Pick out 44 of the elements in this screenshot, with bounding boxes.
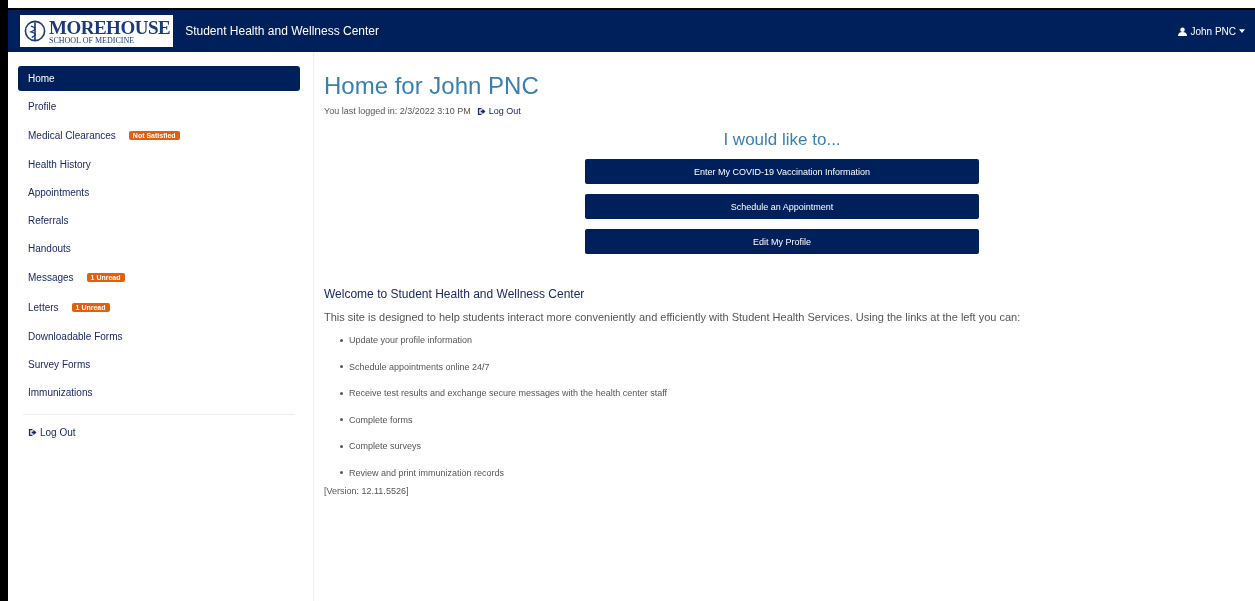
- bullet-icon: [340, 391, 343, 395]
- sidebar-item[interactable]: Messages: [18, 264, 84, 290]
- feature-item: Schedule appointments online 24/7: [349, 361, 490, 372]
- school-logo[interactable]: MOREHOUSE SCHOOL OF MEDICINE: [20, 15, 174, 47]
- bullet-icon: [340, 338, 343, 342]
- sidebar-item[interactable]: Appointments: [18, 179, 100, 205]
- sidebar-item[interactable]: Handouts: [18, 235, 81, 261]
- sidebar-item[interactable]: Downloadable Forms: [18, 323, 133, 349]
- intro-text: This site is designed to help students interact more conveniently and efficiently with Student Health Services. Using the links at the left you can:: [324, 311, 1021, 323]
- logout-link[interactable]: Log Out: [18, 423, 86, 442]
- bullet-icon: [340, 365, 343, 369]
- sidebar-item[interactable]: Referrals: [18, 207, 79, 233]
- logo-subtitle: SCHOOL OF MEDICINE: [49, 36, 136, 45]
- sidebar-item[interactable]: Health History: [18, 151, 101, 177]
- logo-name: MOREHOUSE: [49, 17, 171, 37]
- action-button[interactable]: Schedule an Appointment: [585, 194, 979, 219]
- sidebar-item[interactable]: Home: [18, 65, 300, 91]
- sidebar-item[interactable]: Survey Forms: [18, 351, 101, 377]
- sidebar-item[interactable]: Profile: [18, 93, 67, 119]
- version-text: [Version: 12.11.5526]: [324, 486, 409, 496]
- caret-icon: [1239, 29, 1245, 33]
- actions-heading: I would like to...: [723, 130, 841, 150]
- feature-item: Review and print immunization records: [349, 467, 505, 478]
- page-heading: Home for John PNC: [324, 72, 539, 100]
- logout-icon: [28, 428, 37, 437]
- feature-item: Complete forms: [349, 414, 413, 425]
- feature-item: Receive test results and exchange secure messages with the health center staff: [349, 388, 667, 399]
- last-login-text: You last logged in: 2/3/2022 3:10 PM: [324, 106, 471, 116]
- sidebar-item[interactable]: Medical Clearances: [18, 122, 126, 148]
- sidebar-item[interactable]: Letters: [18, 294, 69, 320]
- action-button[interactable]: Edit My Profile: [585, 229, 979, 254]
- logout-icon: [476, 106, 486, 116]
- bullet-icon: [340, 471, 343, 475]
- action-button[interactable]: Enter My COVID-19 Vaccination Information: [585, 159, 979, 184]
- bullet-icon: [340, 444, 343, 448]
- feature-item: Complete surveys: [349, 441, 422, 452]
- bullet-icon: [340, 418, 343, 422]
- app-title: Student Health and Wellness Center: [185, 24, 380, 38]
- user-icon: [1178, 26, 1188, 36]
- feature-item: Update your profile information: [349, 335, 473, 346]
- user-menu[interactable]: John PNC: [1176, 23, 1247, 39]
- logout-link[interactable]: Log Out: [476, 106, 521, 116]
- welcome-heading: Welcome to Student Health and Wellness Center: [324, 287, 585, 301]
- sidebar-item[interactable]: Immunizations: [18, 379, 103, 405]
